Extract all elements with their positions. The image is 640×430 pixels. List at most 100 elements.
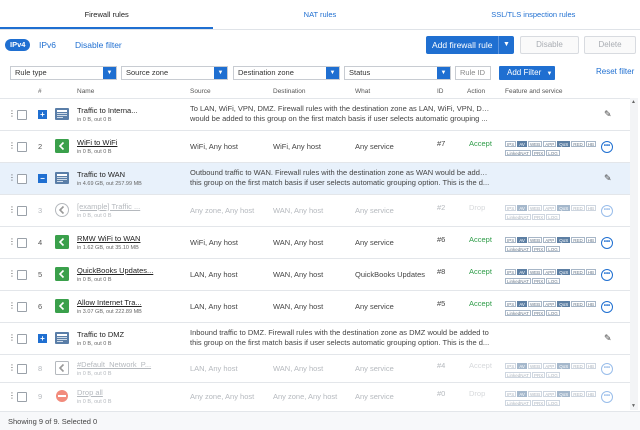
rule-destination: WiFi, Any host [273, 142, 321, 151]
more-options-icon[interactable]: ••• [601, 237, 613, 249]
scroll-up-icon[interactable]: ▲ [631, 99, 636, 105]
rule-row[interactable]: ⋮ 9 Drop all in 0 B, out 0 B Any zone, Any … [0, 383, 630, 410]
feature-badge: QoS [557, 141, 571, 147]
ipv6-toggle[interactable]: IPv6 [39, 39, 56, 51]
rule-row[interactable]: ⋮ 4 RMW WiFi to WAN in 1.62 GB, out 35.10 … [0, 227, 630, 259]
scroll-down-icon[interactable]: ▼ [631, 403, 636, 409]
feature-badge: HB [585, 363, 597, 369]
more-options-icon[interactable]: ••• [601, 391, 613, 403]
rule-destination: WAN, Any host [273, 238, 324, 247]
disable-button[interactable]: Disable [520, 36, 579, 54]
rule-name-link[interactable]: QuickBooks Updates... [77, 266, 153, 275]
arrow-accept-icon [55, 235, 69, 249]
delete-button[interactable]: Delete [584, 36, 636, 54]
row-checkbox[interactable] [17, 302, 27, 312]
drag-handle-icon[interactable]: ⋮ [8, 205, 16, 214]
status-select[interactable]: Status ▼ [344, 66, 451, 80]
edit-pencil-icon[interactable]: ✎ [604, 173, 612, 184]
source-zone-select[interactable]: Source zone ▼ [121, 66, 228, 80]
arrow-accept-icon [55, 361, 69, 375]
row-checkbox[interactable] [17, 174, 27, 184]
group-name[interactable]: Traffic to Interna... [77, 106, 137, 115]
rule-row[interactable]: ⋮ 5 QuickBooks Updates... in 0 B, out 0 B L… [0, 259, 630, 291]
firewall-page: Firewall rules NAT rules SSL/TLS inspect… [0, 0, 640, 430]
rule-group-row[interactable]: ⋮ + Traffic to Interna... in 0 B, out 0 B … [0, 99, 630, 131]
rule-row[interactable]: ⋮ 6 Allow Internet Tra... in 3.07 GB, out … [0, 291, 630, 323]
group-description: To LAN, WiFi, VPN, DMZ. Firewall rules w… [190, 104, 490, 124]
add-firewall-rule-button[interactable]: Add firewall rule ▼ [426, 36, 514, 54]
group-description-line2: this group on the first match basis if u… [190, 338, 490, 347]
rule-name-link[interactable]: RMW WiFi to WAN [77, 234, 140, 243]
rule-name-link[interactable]: [example] Traffic ... [77, 202, 140, 211]
row-checkbox[interactable] [17, 392, 27, 402]
add-firewall-rule-label: Add firewall rule [432, 40, 493, 50]
tab-firewall-rules[interactable]: Firewall rules [0, 0, 214, 29]
rule-name-link[interactable]: Drop all [77, 388, 103, 397]
expand-icon[interactable]: + [38, 110, 47, 119]
edit-pencil-icon[interactable]: ✎ [604, 109, 612, 120]
ipv4-toggle[interactable]: IPv4 [5, 39, 31, 51]
rule-name-link[interactable]: #Default_Network_P... [77, 360, 151, 369]
drop-icon [55, 203, 69, 217]
drag-handle-icon[interactable]: ⋮ [8, 301, 16, 310]
rule-stats: in 0 B, out 0 B [77, 149, 112, 155]
feature-badge: PRX [531, 214, 546, 220]
rule-what: Any service [355, 392, 394, 401]
toolbar: IPv4 IPv6 Disable filter Add firewall ru… [0, 34, 640, 56]
rule-name-link[interactable]: WiFi to WiFi [77, 138, 117, 147]
rule-id: #4 [437, 361, 446, 370]
drag-handle-icon[interactable]: ⋮ [8, 237, 16, 246]
row-checkbox[interactable] [17, 110, 27, 120]
rule-row[interactable]: ⋮ 8 #Default_Network_P... in 0 B, out 0 B L… [0, 355, 630, 383]
table-header: # Name Source Destination What ID Action… [0, 86, 640, 98]
row-checkbox[interactable] [17, 238, 27, 248]
rule-type-select[interactable]: Rule type ▼ [10, 66, 117, 80]
tab-nat-rules[interactable]: NAT rules [213, 0, 426, 29]
col-action: Action [467, 88, 486, 95]
drag-handle-icon[interactable]: ⋮ [8, 269, 16, 278]
drag-handle-icon[interactable]: ⋮ [8, 141, 16, 150]
edit-pencil-icon[interactable]: ✎ [604, 333, 612, 344]
more-options-icon[interactable]: ••• [601, 301, 613, 313]
more-options-icon[interactable]: ••• [601, 269, 613, 281]
rule-source: LAN, Any host [190, 302, 238, 311]
group-description-line2: this group on the first match basis if u… [190, 178, 490, 187]
more-options-icon[interactable]: ••• [601, 363, 613, 375]
rule-name-link[interactable]: Allow Internet Tra... [77, 298, 142, 307]
col-id: ID [437, 88, 444, 95]
chevron-down-icon[interactable]: ▼ [498, 36, 514, 54]
disable-filter-link[interactable]: Disable filter [75, 39, 122, 51]
add-filter-button[interactable]: Add Filter ▼ [499, 66, 555, 80]
tab-ssl-tls-inspection-rules[interactable]: SSL/TLS inspection rules [427, 0, 640, 29]
group-stats: in 4.69 GB, out 257.99 MB [77, 181, 142, 187]
rule-stats: in 0 B, out 0 B [77, 399, 112, 405]
feature-badges: IPS AV WEB APP QoS RED HB LinkedNAT PRX LOG [505, 389, 597, 407]
rule-group-row[interactable]: ⋮ − Traffic to WAN in 4.69 GB, out 257.99 … [0, 163, 630, 195]
row-checkbox[interactable] [17, 270, 27, 280]
group-name[interactable]: Traffic to WAN [77, 170, 125, 179]
reset-filter-link[interactable]: Reset filter [596, 67, 634, 76]
scrollbar[interactable]: ▲ ▼ [630, 98, 638, 410]
row-checkbox[interactable] [17, 364, 27, 374]
destination-zone-select[interactable]: Destination zone ▼ [233, 66, 340, 80]
drag-handle-icon[interactable]: ⋮ [8, 363, 16, 372]
more-options-icon[interactable]: ••• [601, 205, 613, 217]
row-checkbox[interactable] [17, 142, 27, 152]
rule-row[interactable]: ⋮ 3 [example] Traffic ... in 0 B, out 0 B A… [0, 195, 630, 227]
collapse-icon[interactable]: − [38, 174, 47, 183]
feature-badge: APP [543, 363, 557, 369]
row-checkbox[interactable] [17, 206, 27, 216]
drag-handle-icon[interactable]: ⋮ [8, 173, 16, 182]
expand-icon[interactable]: + [38, 334, 47, 343]
rule-row[interactable]: ⋮ 2 WiFi to WiFi in 0 B, out 0 B WiFi, Any … [0, 131, 630, 163]
row-checkbox[interactable] [17, 334, 27, 344]
more-options-icon[interactable]: ••• [601, 141, 613, 153]
drag-handle-icon[interactable]: ⋮ [8, 391, 16, 400]
drag-handle-icon[interactable]: ⋮ [8, 333, 16, 342]
drag-handle-icon[interactable]: ⋮ [8, 109, 16, 118]
rule-group-row[interactable]: ⋮ + Traffic to DMZ in 0 B, out 0 B Inbound… [0, 323, 630, 355]
feature-badge: LOG [546, 246, 560, 252]
group-name[interactable]: Traffic to DMZ [77, 330, 124, 339]
feature-badge: PRX [531, 310, 546, 316]
rule-id-input[interactable]: Rule ID [455, 66, 491, 80]
